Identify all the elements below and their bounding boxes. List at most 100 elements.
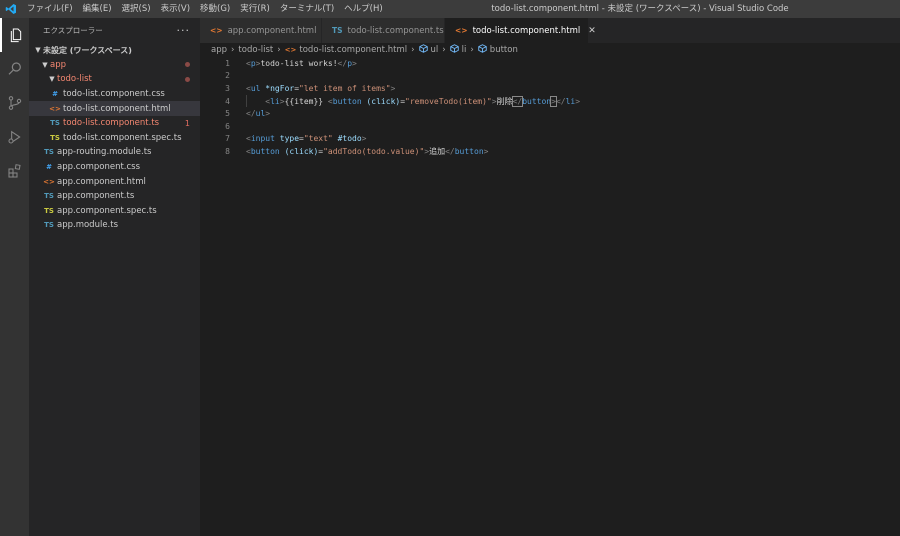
breadcrumb-item[interactable]: ul [431, 45, 439, 55]
menu-bar: ファイル(F) 編集(E) 選択(S) 表示(V) 移動(G) 実行(R) ター… [22, 0, 388, 18]
line-number: 1 [225, 58, 230, 68]
menu-help[interactable]: ヘルプ(H) [339, 0, 388, 18]
menu-terminal[interactable]: ターミナル(T) [275, 0, 339, 18]
tree-file-todo-list-ts[interactable]: TS todo-list.component.ts 1 [29, 116, 200, 131]
tab-app-component-html[interactable]: <> app.component.html [200, 18, 322, 43]
tree-item-label: app.component.spec.ts [57, 205, 157, 216]
source-control-icon[interactable] [0, 86, 29, 120]
ts-file-icon: TS [44, 192, 54, 201]
code-line: 3 <ul *ngFor="let item of items"> [200, 82, 900, 95]
breadcrumb-item[interactable]: todo-list [238, 45, 273, 55]
code-line: 1 <p>todo-list works!</p> [200, 57, 900, 70]
chevron-right-icon: › [231, 45, 235, 55]
title-bar: ファイル(F) 編集(E) 選択(S) 表示(V) 移動(G) 実行(R) ター… [0, 0, 900, 18]
menu-file[interactable]: ファイル(F) [22, 0, 78, 18]
line-number: 8 [225, 146, 230, 156]
code-line: 4 <li>{{item}} <button (click)="removeTo… [200, 94, 900, 108]
activity-bar [0, 18, 29, 536]
tree-item-label: app [50, 59, 66, 70]
error-dot-icon [185, 76, 190, 82]
editor-tabs: <> app.component.html TS todo-list.compo… [200, 18, 900, 43]
tree-item-label: app.module.ts [57, 220, 119, 231]
tree-item-label: todo-list.component.html [63, 103, 171, 114]
search-icon[interactable] [0, 52, 29, 86]
tree-item-label: todo-list.component.spec.ts [63, 132, 182, 143]
tree-item-label: app.component.html [57, 176, 146, 187]
tree-item-label: todo-list.component.ts [63, 118, 160, 129]
more-actions-icon[interactable]: ··· [177, 24, 191, 37]
line-number: 6 [225, 121, 230, 131]
tree-file-app-module[interactable]: TS app.module.ts [29, 218, 200, 233]
tree-file-app-routing[interactable]: TS app-routing.module.ts [29, 145, 200, 160]
workspace-header[interactable]: ▼ 未設定 (ワークスペース) [29, 43, 200, 58]
tree-file-todo-list-spec[interactable]: TS todo-list.component.spec.ts [29, 131, 200, 146]
line-number: 7 [225, 134, 230, 144]
tree-item-label: app.component.css [57, 162, 141, 173]
breadcrumb-item[interactable]: li [462, 45, 467, 55]
tree-file-app-css[interactable]: # app.component.css [29, 160, 200, 175]
chevron-right-icon: › [442, 45, 446, 55]
menu-edit[interactable]: 編集(E) [78, 0, 117, 18]
code-line: 2 [200, 70, 900, 83]
breadcrumb-item[interactable]: button [490, 45, 518, 55]
tree-file-app-ts[interactable]: TS app.component.ts [29, 189, 200, 204]
tab-todo-list-component-ts[interactable]: TS todo-list.component.ts [322, 18, 445, 43]
tree-item-label: app.component.ts [57, 191, 135, 202]
ts-file-icon: TS [332, 26, 343, 35]
error-dot-icon [185, 62, 190, 68]
ts-spec-file-icon: TS [50, 133, 60, 142]
chevron-down-icon: ▼ [35, 46, 41, 55]
code-content: </ul> [246, 109, 271, 119]
breadcrumb-item[interactable]: todo-list.component.html [299, 45, 407, 55]
code-line: 6 [200, 120, 900, 133]
tree-file-todo-list-html[interactable]: <> todo-list.component.html [29, 101, 200, 116]
tab-label: todo-list.component.ts [347, 25, 444, 36]
line-number: 2 [225, 71, 230, 81]
code-line: 5 </ul> [200, 107, 900, 120]
element-cube-icon [449, 44, 459, 56]
sidebar-title: エクスプローラー [43, 26, 103, 35]
chevron-right-icon: › [470, 45, 474, 55]
tab-todo-list-component-html[interactable]: <> todo-list.component.html ✕ [445, 18, 596, 43]
ts-file-icon: TS [44, 148, 54, 157]
close-icon[interactable]: ✕ [588, 26, 596, 36]
html-file-icon: <> [284, 46, 297, 54]
chevron-right-icon: › [277, 45, 281, 55]
ts-file-icon: TS [50, 119, 60, 128]
extensions-icon[interactable] [0, 154, 29, 188]
code-content: <button (click)="addTodo(todo.value)">追加… [246, 146, 489, 156]
chevron-down-icon: ▼ [42, 60, 48, 69]
tree-item-label: app-routing.module.ts [57, 147, 152, 158]
html-file-icon: <> [455, 26, 468, 35]
line-number: 5 [225, 109, 230, 119]
html-file-icon: <> [210, 26, 223, 35]
html-file-icon: <> [49, 104, 61, 113]
explorer-sidebar: エクスプローラー ··· ▼ 未設定 (ワークスペース) ▼ app ▼ tod… [29, 18, 200, 536]
line-number: 4 [225, 96, 230, 106]
tree-file-app-html[interactable]: <> app.component.html [29, 174, 200, 189]
tree-file-app-spec[interactable]: TS app.component.spec.ts [29, 204, 200, 219]
breadcrumb: app › todo-list › <> todo-list.component… [200, 43, 900, 57]
tree-folder-app[interactable]: ▼ app [29, 58, 200, 73]
chevron-right-icon: › [411, 45, 415, 55]
tree-folder-todo-list[interactable]: ▼ todo-list [29, 72, 200, 87]
tree-item-label: todo-list [57, 74, 92, 85]
code-line: 8 <button (click)="addTodo(todo.value)">… [200, 145, 900, 158]
vscode-logo-icon [0, 0, 22, 18]
menu-selection[interactable]: 選択(S) [117, 0, 156, 18]
tree-file-todo-list-css[interactable]: # todo-list.component.css [29, 87, 200, 102]
problem-count-badge: 1 [184, 118, 190, 128]
line-number: 3 [225, 83, 230, 93]
run-debug-icon[interactable] [0, 120, 29, 154]
tab-label: app.component.html [227, 25, 317, 36]
tree-item-label: todo-list.component.css [63, 89, 165, 100]
breadcrumb-item[interactable]: app [211, 45, 227, 55]
explorer-icon[interactable] [0, 18, 29, 52]
menu-go[interactable]: 移動(G) [195, 0, 235, 18]
menu-run[interactable]: 実行(R) [235, 0, 275, 18]
code-editor[interactable]: 1 <p>todo-list works!</p> 2 3 <ul *ngFor… [200, 57, 900, 536]
ts-file-icon: TS [44, 221, 54, 230]
code-content: <input type="text" #todo> [246, 134, 367, 144]
menu-view[interactable]: 表示(V) [156, 0, 195, 18]
code-line: 7 <input type="text" #todo> [200, 133, 900, 146]
